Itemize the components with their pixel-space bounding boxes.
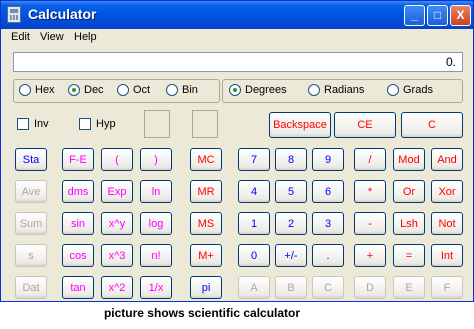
key-minus-button[interactable]: - <box>354 212 386 235</box>
radio-oct-label: Oct <box>133 84 151 96</box>
sci-log-button[interactable]: log <box>140 212 172 235</box>
sci-n!-button[interactable]: n! <box>140 244 172 267</box>
key-lsh-button[interactable]: Lsh <box>393 212 425 235</box>
key-6-button[interactable]: 6 <box>312 180 344 203</box>
key-dot-button[interactable]: . <box>312 244 344 267</box>
key-mod-button[interactable]: Mod <box>393 148 425 171</box>
title-bar[interactable]: Calculator _ □ X <box>1 1 473 29</box>
sci-1divx-button[interactable]: 1/x <box>140 276 172 299</box>
memory-pi-button[interactable]: pi <box>190 276 222 299</box>
key-0-button[interactable]: 0 <box>238 244 270 267</box>
radio-oct-circle <box>117 84 129 96</box>
key-c-button[interactable]: C <box>312 276 344 299</box>
key-b-button[interactable]: B <box>275 276 307 299</box>
radio-dec-label: Dec <box>84 84 104 96</box>
stat-sta-button[interactable]: Sta <box>15 148 47 171</box>
sci-fminuse-button[interactable]: F-E <box>62 148 94 171</box>
sci-sin-button[interactable]: sin <box>62 212 94 235</box>
key-e-button[interactable]: E <box>393 276 425 299</box>
radio-degrees-label: Degrees <box>245 84 287 96</box>
sci-xpowy-button[interactable]: x^y <box>101 212 133 235</box>
radio-grads-circle <box>387 84 399 96</box>
clear-button[interactable]: C <box>401 112 463 138</box>
key-1-button[interactable]: 1 <box>238 212 270 235</box>
stat-sum-button[interactable]: Sum <box>15 212 47 235</box>
key-a-button[interactable]: A <box>238 276 270 299</box>
parenthesis-indicator <box>144 110 170 138</box>
checkbox-hyp-label: Hyp <box>96 118 116 130</box>
menu-edit[interactable]: Edit <box>11 31 30 43</box>
key-mul-button[interactable]: * <box>354 180 386 203</box>
key-d-button[interactable]: D <box>354 276 386 299</box>
key-div-button[interactable]: / <box>354 148 386 171</box>
key-4-button[interactable]: 4 <box>238 180 270 203</box>
sci-open-paren-button[interactable]: ( <box>101 148 133 171</box>
key-plusminusminus-button[interactable]: +/- <box>275 244 307 267</box>
radio-grads-label: Grads <box>403 84 433 96</box>
number-system-group: Hex Dec Oct Bin <box>13 79 220 103</box>
key-not-button[interactable]: Not <box>431 212 463 235</box>
key-xor-button[interactable]: Xor <box>431 180 463 203</box>
minimize-button[interactable]: _ <box>404 5 425 26</box>
key-9-button[interactable]: 9 <box>312 148 344 171</box>
sci-cos-button[interactable]: cos <box>62 244 94 267</box>
radio-bin-circle <box>166 84 178 96</box>
calculator-window: Calculator _ □ X Edit View Help 0. Hex D… <box>0 0 474 302</box>
key-equals-button[interactable]: = <box>393 244 425 267</box>
radio-radians-circle <box>308 84 320 96</box>
key-plus-button[interactable]: + <box>354 244 386 267</box>
stat-ave-button[interactable]: Ave <box>15 180 47 203</box>
close-button[interactable]: X <box>450 5 471 26</box>
key-3-button[interactable]: 3 <box>312 212 344 235</box>
key-and-button[interactable]: And <box>431 148 463 171</box>
window-title: Calculator <box>28 6 97 22</box>
key-5-button[interactable]: 5 <box>275 180 307 203</box>
radio-hex-label: Hex <box>35 84 55 96</box>
radio-hex-circle <box>19 84 31 96</box>
radio-dec-circle <box>68 84 80 96</box>
calculator-icon <box>7 6 21 23</box>
ce-button[interactable]: CE <box>334 112 396 138</box>
radio-degrees-circle <box>229 84 241 96</box>
result-display[interactable]: 0. <box>13 52 463 72</box>
key-2-button[interactable]: 2 <box>275 212 307 235</box>
picture-caption: picture shows scientific calculator <box>103 306 301 320</box>
maximize-button[interactable]: □ <box>427 5 448 26</box>
menu-bar: Edit View Help <box>1 29 473 47</box>
sci-exp-button[interactable]: Exp <box>101 180 133 203</box>
key-8-button[interactable]: 8 <box>275 148 307 171</box>
radio-radians-label: Radians <box>324 84 365 96</box>
stat-s-button[interactable]: s <box>15 244 47 267</box>
checkbox-inv-box <box>17 118 29 130</box>
stat-dat-button[interactable]: Dat <box>15 276 47 299</box>
memory-ms-button[interactable]: MS <box>190 212 222 235</box>
radio-bin-label: Bin <box>182 84 198 96</box>
memory-mplus-button[interactable]: M+ <box>190 244 222 267</box>
memory-indicator <box>192 110 218 138</box>
key-or-button[interactable]: Or <box>393 180 425 203</box>
backspace-button[interactable]: Backspace <box>269 112 331 138</box>
memory-mc-button[interactable]: MC <box>190 148 222 171</box>
checkbox-inv-label: Inv <box>34 118 49 130</box>
menu-view[interactable]: View <box>40 31 64 43</box>
sci-tan-button[interactable]: tan <box>62 276 94 299</box>
checkbox-hyp-box <box>79 118 91 130</box>
key-int-button[interactable]: Int <box>431 244 463 267</box>
sci-xpow3-button[interactable]: x^3 <box>101 244 133 267</box>
sci-ln-button[interactable]: ln <box>140 180 172 203</box>
sci-dms-button[interactable]: dms <box>62 180 94 203</box>
angle-unit-group: Degrees Radians Grads <box>222 79 463 103</box>
key-7-button[interactable]: 7 <box>238 148 270 171</box>
key-f-button[interactable]: F <box>431 276 463 299</box>
memory-mr-button[interactable]: MR <box>190 180 222 203</box>
menu-help[interactable]: Help <box>74 31 97 43</box>
sci-close-paren-button[interactable]: ) <box>140 148 172 171</box>
sci-xpow2-button[interactable]: x^2 <box>101 276 133 299</box>
